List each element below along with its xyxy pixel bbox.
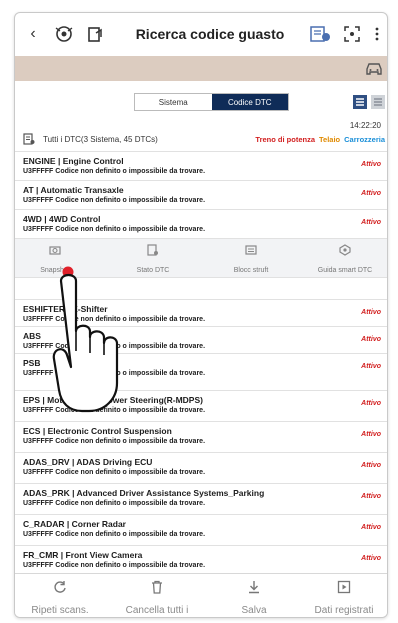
rescan-button[interactable]: Ripeti scans. (15, 580, 105, 616)
dtc-status-icon (147, 244, 158, 256)
save-button[interactable]: Salva (209, 580, 299, 616)
view-mode-toggle: Sistema Codice DTC (134, 93, 289, 111)
dtc-system-name: 4WD | 4WD Control (23, 214, 101, 224)
list-view-button[interactable] (353, 95, 367, 109)
filter-chassis[interactable]: Telaio (319, 135, 340, 144)
dtc-description: U3FFFFF Codice non definito o impossibil… (23, 226, 206, 233)
dtc-system-name: AT | Automatic Transaxle (23, 185, 124, 195)
dtc-system-name: ECS | Electronic Control Suspension (23, 426, 172, 436)
status-badge: Attivo (361, 524, 381, 531)
vehicle-info-bar (15, 56, 387, 81)
list-item[interactable]: ECS | Electronic Control Suspension U3FF… (15, 421, 387, 451)
refresh-icon (54, 581, 66, 593)
dtc-report-icon[interactable] (310, 23, 332, 45)
dtc-description: U3FFFFF Codice non definito o impossibil… (23, 469, 206, 476)
tab-sistema[interactable]: Sistema (135, 94, 212, 110)
device-status-icon[interactable] (85, 23, 107, 45)
dtc-description: U3FFFFF Codice non definito o impossibil… (23, 197, 206, 204)
clear-all-label: Cancella tutti i (125, 605, 189, 616)
car-icon[interactable] (365, 60, 383, 76)
status-badge: Attivo (361, 219, 381, 226)
status-badge: Attivo (361, 400, 381, 407)
app-window: ‹ Ricerca codice guasto Sistema Codice D… (14, 12, 388, 618)
vehicle-connection-icon[interactable] (53, 23, 75, 45)
rescan-label: Ripeti scans. (31, 605, 89, 616)
status-badge: Attivo (361, 363, 381, 370)
freeze-frame-label: Blocc struft (233, 267, 269, 274)
freeze-frame-icon (245, 245, 257, 255)
timestamp: 14:22:20 (349, 121, 381, 130)
dtc-system-name: ABS (23, 331, 41, 341)
dtc-list-icon (23, 133, 35, 145)
dtc-system-name: ADAS_PRK | Advanced Driver Assistance Sy… (23, 488, 265, 498)
list-item[interactable]: ADAS_DRV | ADAS Driving ECU U3FFFFF Codi… (15, 452, 387, 482)
trash-icon (152, 580, 162, 594)
back-button[interactable]: ‹ (25, 23, 41, 45)
dtc-description: U3FFFFF Codice non definito o impossibil… (23, 531, 206, 538)
list-item[interactable]: ENGINE | Engine Control U3FFFFF Codice n… (15, 151, 387, 179)
dtc-description: U3FFFFF Codice non definito o impossibil… (23, 500, 206, 507)
more-menu-icon[interactable] (372, 23, 382, 45)
status-badge: Attivo (361, 336, 381, 343)
top-bar: ‹ Ricerca codice guasto (15, 13, 387, 55)
dtc-system-name: ADAS_DRV | ADAS Driving ECU (23, 457, 153, 467)
list-item[interactable]: C_RADAR | Corner Radar U3FFFFF Codice no… (15, 514, 387, 544)
status-badge: Attivo (361, 431, 381, 438)
dtc-summary: Tutti i DTC(3 Sistema, 45 DTCs) Treno di… (23, 132, 385, 146)
status-badge: Attivo (361, 555, 381, 562)
bottom-toolbar: Ripeti scans. Cancella tutti i Salva Dat… (15, 573, 387, 617)
freeze-frame-button[interactable]: Blocc struft (211, 243, 291, 274)
dtc-system-name: FR_CMR | Front View Camera (23, 550, 143, 560)
list-item[interactable]: ADAS_PRK | Advanced Driver Assistance Sy… (15, 483, 387, 513)
screen-capture-icon[interactable] (343, 23, 361, 45)
save-label: Salva (241, 605, 267, 616)
tab-codice-dtc[interactable]: Codice DTC (211, 94, 288, 110)
grid-view-button[interactable] (371, 95, 385, 109)
dtc-system-name: ENGINE | Engine Control (23, 156, 124, 166)
dtc-system-name: C_RADAR | Corner Radar (23, 519, 126, 529)
status-badge: Attivo (361, 462, 381, 469)
filter-body[interactable]: Carrozzeria (344, 135, 385, 144)
recorded-data-label: Dati registrati (314, 605, 374, 616)
dtc-description: U3FFFFF Codice non definito o impossibil… (23, 168, 206, 175)
dtc-system-name: PSB (23, 358, 41, 368)
dtc-description: U3FFFFF Codice non definito o impossibil… (23, 438, 206, 445)
status-badge: Attivo (361, 161, 381, 168)
dtc-description: U3FFFFF Codice non definito o impossibil… (23, 562, 206, 569)
recorded-data-button[interactable]: Dati registrati (299, 580, 387, 616)
filter-powertrain[interactable]: Treno di potenza (255, 135, 315, 144)
smart-guide-button[interactable]: Guida smart DTC (305, 243, 385, 274)
status-badge: Attivo (361, 309, 381, 316)
download-icon (249, 581, 259, 594)
smart-guide-label: Guida smart DTC (317, 267, 373, 274)
recorded-data-icon (337, 580, 351, 594)
dtc-summary-text: Tutti i DTC(3 Sistema, 45 DTCs) (43, 134, 158, 144)
snapshot-icon (49, 246, 61, 255)
clear-all-button[interactable]: Cancella tutti i (112, 580, 202, 616)
tap-gesture-hand-icon (52, 266, 119, 413)
list-item[interactable]: 4WD | 4WD Control U3FFFFF Codice non def… (15, 209, 387, 237)
page-title: Ricerca codice guasto (135, 26, 285, 42)
status-badge: Attivo (361, 190, 381, 197)
system-filters: Treno di potenza Telaio Carrozzeria (255, 135, 385, 144)
list-item[interactable]: FR_CMR | Front View Camera U3FFFFF Codic… (15, 545, 387, 573)
list-item[interactable]: AT | Automatic Transaxle U3FFFFF Codice … (15, 180, 387, 208)
smart-guide-icon (339, 244, 351, 256)
status-badge: Attivo (361, 493, 381, 500)
